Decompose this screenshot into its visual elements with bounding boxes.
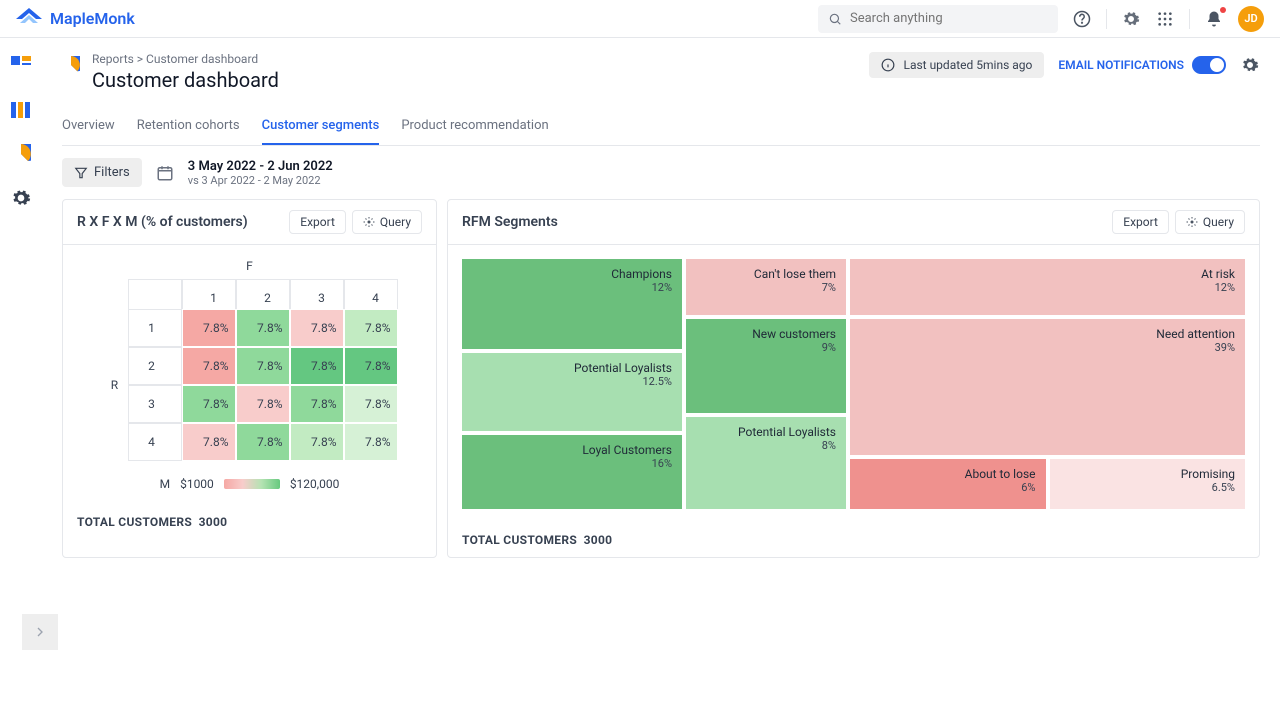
page-pie-icon <box>62 56 80 74</box>
treemap: Champions12%Potential Loyalists12.5%Loya… <box>462 259 1245 509</box>
tab-overview[interactable]: Overview <box>62 108 115 145</box>
toolbar: Filters 3 May 2022 - 2 Jun 2022 vs 3 Apr… <box>62 146 1260 199</box>
treemap-tile[interactable]: Champions12% <box>462 259 682 349</box>
settings-icon[interactable] <box>11 188 31 208</box>
gear-icon <box>363 216 375 228</box>
filter-icon <box>74 166 88 180</box>
treemap-tile[interactable]: New customers9% <box>686 319 846 413</box>
f-axis-label: F <box>77 259 422 273</box>
total-customers: TOTAL CUSTOMERS 3000 <box>63 505 436 539</box>
divider <box>1106 9 1107 29</box>
gear-icon <box>1186 216 1198 228</box>
treemap-tile[interactable]: Need attention39% <box>850 319 1245 455</box>
panel-title: RFM Segments <box>462 214 558 230</box>
calendar-icon[interactable] <box>156 164 174 182</box>
panel-title: R X F X M (% of customers) <box>77 214 248 230</box>
toggle-switch[interactable] <box>1192 56 1226 74</box>
gradient-bar <box>224 479 280 489</box>
treemap-tile[interactable]: Promising6.5% <box>1050 459 1246 509</box>
apps-icon[interactable] <box>1155 9 1175 29</box>
search-input[interactable] <box>818 5 1058 33</box>
dashboard-icon[interactable] <box>11 56 31 76</box>
treemap-tile[interactable]: Potential Loyalists12.5% <box>462 353 682 431</box>
rfm-heatmap: R123417.8%7.8%7.8%7.8%27.8%7.8%7.8%7.8%3… <box>102 279 398 461</box>
export-button[interactable]: Export <box>1112 210 1169 234</box>
expand-sidebar-button[interactable] <box>22 614 58 650</box>
export-button[interactable]: Export <box>289 210 346 234</box>
rfm-heatmap-panel: R X F X M (% of customers) Export Query … <box>62 199 437 558</box>
avatar[interactable]: JD <box>1238 6 1264 32</box>
tabs: Overview Retention cohorts Customer segm… <box>62 108 1260 146</box>
help-icon[interactable] <box>1072 9 1092 29</box>
bell-icon[interactable] <box>1204 9 1224 29</box>
date-range[interactable]: 3 May 2022 - 2 Jun 2022 vs 3 Apr 2022 - … <box>188 159 333 187</box>
treemap-tile[interactable]: About to lose6% <box>850 459 1046 509</box>
tab-product-recommendation[interactable]: Product recommendation <box>401 108 548 145</box>
page-gear-icon[interactable] <box>1240 55 1260 75</box>
treemap-tile[interactable]: Can't lose them7% <box>686 259 846 315</box>
columns-icon[interactable] <box>11 100 31 120</box>
tab-customer-segments[interactable]: Customer segments <box>262 108 380 145</box>
legend: M $1000 $120,000 <box>77 477 422 491</box>
pie-chart-icon[interactable] <box>11 144 31 164</box>
query-button[interactable]: Query <box>352 210 422 234</box>
total-customers: TOTAL CUSTOMERS 3000 <box>448 523 1259 557</box>
search-icon <box>828 12 842 26</box>
divider <box>1189 9 1190 29</box>
treemap-tile[interactable]: Potential Loyalists8% <box>686 417 846 509</box>
filters-button[interactable]: Filters <box>62 158 142 187</box>
page-title: Customer dashboard <box>92 68 279 92</box>
query-button[interactable]: Query <box>1175 210 1245 234</box>
email-notifications-toggle[interactable]: EMAIL NOTIFICATIONS <box>1058 56 1226 74</box>
tab-retention-cohorts[interactable]: Retention cohorts <box>137 108 240 145</box>
brand-name: MapleMonk <box>50 9 135 28</box>
treemap-tile[interactable]: At risk12% <box>850 259 1245 315</box>
rfm-segments-panel: RFM Segments Export Query Champions12%Po… <box>447 199 1260 558</box>
search-field[interactable] <box>850 11 1048 26</box>
gear-icon[interactable] <box>1121 9 1141 29</box>
info-icon <box>881 58 895 72</box>
brand-logo[interactable]: MapleMonk <box>16 8 135 30</box>
treemap-tile[interactable]: Loyal Customers16% <box>462 435 682 509</box>
breadcrumb[interactable]: Reports > Customer dashboard <box>92 52 279 66</box>
logo-icon <box>16 8 42 30</box>
last-updated-chip: Last updated 5mins ago <box>869 52 1044 78</box>
top-header: MapleMonk JD <box>0 0 1280 38</box>
main-content: Reports > Customer dashboard Customer da… <box>42 38 1280 720</box>
